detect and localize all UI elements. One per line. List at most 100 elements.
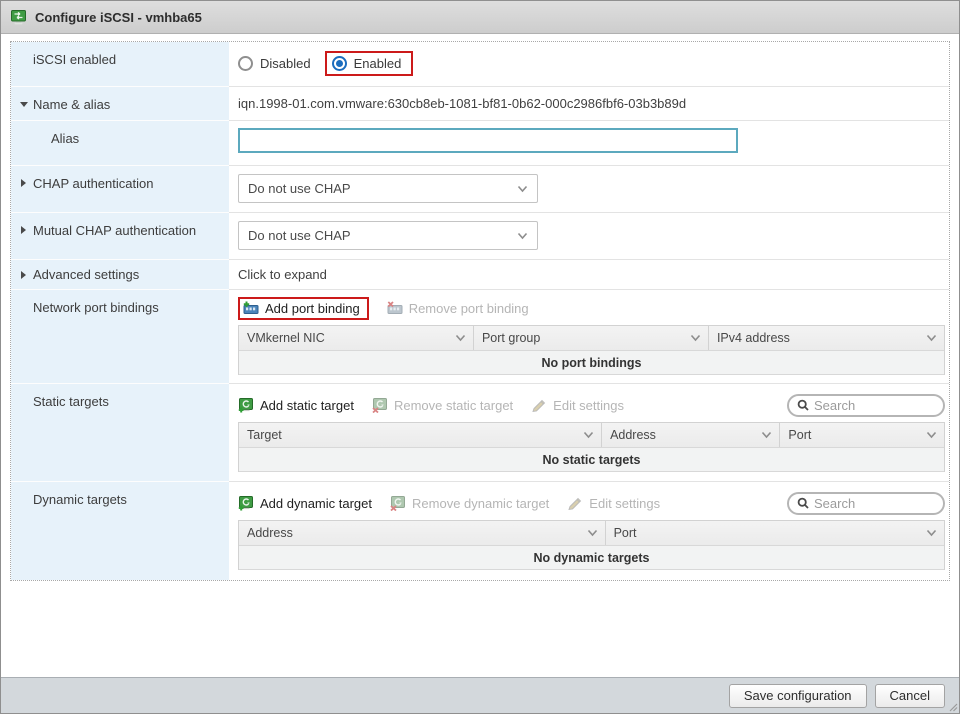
radio-enabled[interactable]: Enabled	[332, 56, 402, 71]
advanced-expand-text[interactable]: Click to expand	[238, 260, 945, 282]
configure-iscsi-dialog: Configure iSCSI - vmhba65 iSCSI enabled …	[0, 0, 960, 714]
advanced-section[interactable]: Advanced settings	[11, 260, 229, 290]
port-bindings-table: VMkernel NIC Port group IPv4 address No …	[238, 325, 945, 375]
dynamic-targets-search-input[interactable]	[814, 496, 924, 511]
radio-disabled-circle[interactable]	[238, 56, 253, 71]
collapse-arrow-icon[interactable]	[20, 102, 28, 107]
chap-section[interactable]: CHAP authentication	[11, 166, 229, 213]
column-header-address[interactable]: Address	[239, 521, 606, 545]
remove-dynamic-target-button: Remove dynamic target	[390, 496, 549, 511]
edit-settings-button: Edit settings	[567, 496, 660, 511]
dialog-footer: Save configuration Cancel	[1, 677, 959, 713]
column-header-port[interactable]: Port	[780, 423, 944, 447]
chap-dropdown[interactable]: Do not use CHAP	[238, 174, 538, 203]
add-dynamic-target-button[interactable]: Add dynamic target	[238, 496, 372, 511]
dynamic-targets-table: Address Port No dynamic targets	[238, 520, 945, 570]
row-dynamic-targets: Dynamic targets Add dynamic target Remov…	[11, 482, 949, 580]
search-icon	[797, 497, 809, 509]
column-header-ipv4-address[interactable]: IPv4 address	[709, 326, 944, 350]
resize-grip[interactable]	[949, 703, 958, 712]
row-mutual-chap: Mutual CHAP authentication Do not use CH…	[11, 213, 949, 260]
chap-label[interactable]: CHAP authentication	[33, 176, 153, 191]
chevron-down-icon	[517, 185, 528, 193]
column-header-address[interactable]: Address	[602, 423, 780, 447]
column-header-port[interactable]: Port	[606, 521, 944, 545]
row-alias: Alias	[11, 121, 949, 166]
save-configuration-button[interactable]: Save configuration	[729, 684, 867, 708]
row-port-bindings: Network port bindings Add port binding R…	[11, 290, 949, 384]
row-iscsi-enabled: iSCSI enabled Disabled Enabled	[11, 42, 949, 87]
dialog-titlebar: Configure iSCSI - vmhba65	[1, 1, 959, 34]
pencil-icon	[567, 496, 583, 511]
remove-nic-icon	[387, 301, 403, 316]
iqn-value: iqn.1998-01.com.vmware:630cb8eb-1081-bf8…	[238, 87, 945, 111]
add-target-icon	[238, 496, 254, 511]
chevron-down-icon[interactable]	[926, 529, 937, 537]
expand-arrow-icon[interactable]	[21, 179, 26, 187]
chap-dropdown-value[interactable]: Do not use CHAP	[248, 181, 351, 196]
dynamic-targets-search[interactable]	[787, 492, 945, 515]
expand-arrow-icon[interactable]	[21, 226, 26, 234]
alias-label: Alias	[11, 121, 229, 166]
alias-input[interactable]	[238, 128, 738, 153]
name-alias-label[interactable]: Name & alias	[33, 97, 110, 112]
static-targets-search[interactable]	[787, 394, 945, 417]
dialog-body: iSCSI enabled Disabled Enabled	[1, 34, 959, 629]
dialog-title: Configure iSCSI - vmhba65	[35, 10, 202, 25]
chevron-down-icon[interactable]	[926, 431, 937, 439]
dynamic-targets-empty-message: No dynamic targets	[239, 545, 944, 570]
static-targets-label: Static targets	[11, 384, 229, 482]
row-name-alias: Name & alias iqn.1998-01.com.vmware:630c…	[11, 87, 949, 121]
remove-static-target-button: Remove static target	[372, 398, 513, 413]
chevron-down-icon[interactable]	[455, 334, 466, 342]
radio-enabled-circle[interactable]	[332, 56, 347, 71]
name-alias-section[interactable]: Name & alias	[11, 87, 229, 121]
chevron-down-icon[interactable]	[587, 529, 598, 537]
static-targets-search-input[interactable]	[814, 398, 924, 413]
add-target-icon	[238, 398, 254, 413]
column-header-vmkernel-nic[interactable]: VMkernel NIC	[239, 326, 474, 350]
port-bindings-toolbar: Add port binding Remove port binding	[238, 296, 945, 320]
iscsi-enabled-radio-group: Disabled Enabled	[238, 51, 945, 76]
row-chap: CHAP authentication Do not use CHAP	[11, 166, 949, 213]
chevron-down-icon[interactable]	[583, 431, 594, 439]
chevron-down-icon[interactable]	[690, 334, 701, 342]
settings-form: iSCSI enabled Disabled Enabled	[10, 41, 950, 581]
remove-target-icon	[372, 398, 388, 413]
static-targets-toolbar: Add static target Remove static target E…	[238, 393, 945, 417]
port-bindings-empty-message: No port bindings	[239, 350, 944, 375]
iscsi-enabled-label: iSCSI enabled	[11, 42, 229, 87]
port-bindings-label: Network port bindings	[11, 290, 229, 384]
add-nic-icon	[243, 301, 259, 316]
mutual-chap-label[interactable]: Mutual CHAP authentication	[33, 223, 196, 238]
mutual-chap-dropdown-value[interactable]: Do not use CHAP	[248, 228, 351, 243]
edit-settings-button: Edit settings	[531, 398, 624, 413]
radio-disabled-label[interactable]: Disabled	[260, 56, 311, 71]
expand-arrow-icon[interactable]	[21, 271, 26, 279]
static-targets-table: Target Address Port No static targets	[238, 422, 945, 472]
add-port-binding-red-callout: Add port binding	[238, 297, 369, 320]
dynamic-targets-label: Dynamic targets	[11, 482, 229, 580]
column-header-target[interactable]: Target	[239, 423, 602, 447]
mutual-chap-section[interactable]: Mutual CHAP authentication	[11, 213, 229, 260]
column-header-port-group[interactable]: Port group	[474, 326, 709, 350]
enabled-red-callout: Enabled	[325, 51, 414, 76]
row-static-targets: Static targets Add static target Remove …	[11, 384, 949, 482]
add-static-target-button[interactable]: Add static target	[238, 398, 354, 413]
chevron-down-icon[interactable]	[926, 334, 937, 342]
search-icon	[797, 399, 809, 411]
chevron-down-icon[interactable]	[761, 431, 772, 439]
add-port-binding-button[interactable]: Add port binding	[243, 301, 360, 316]
remove-target-icon	[390, 496, 406, 511]
radio-enabled-label[interactable]: Enabled	[354, 56, 402, 71]
advanced-label[interactable]: Advanced settings	[33, 267, 139, 282]
dynamic-targets-toolbar: Add dynamic target Remove dynamic target…	[238, 491, 945, 515]
cancel-button[interactable]: Cancel	[875, 684, 945, 708]
radio-disabled[interactable]: Disabled	[238, 56, 311, 71]
mutual-chap-dropdown[interactable]: Do not use CHAP	[238, 221, 538, 250]
remove-port-binding-button: Remove port binding	[387, 301, 529, 316]
chevron-down-icon	[517, 232, 528, 240]
iscsi-adapter-icon	[11, 10, 27, 25]
static-targets-empty-message: No static targets	[239, 447, 944, 472]
row-advanced-settings: Advanced settings Click to expand	[11, 260, 949, 290]
